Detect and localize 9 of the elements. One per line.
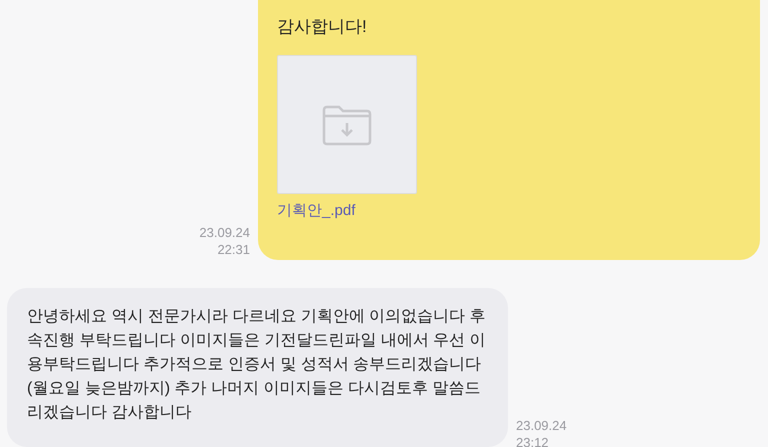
message-date: 23.09.24 bbox=[199, 224, 250, 241]
message-text: 안녕하세요 역시 전문가시라 다르네요 기획안에 이의없습니다 후속진행 부탁드립니다 이미지들은 기전달드린파일 내에서 우선 이용부탁드립니다 추가적으로 인증서 및 성적서 송부드리겠습니다 (월요일 늦은밤까지) 추가 나머지 이미지들은 다시검토후 말씀드리겠습니다 감사합니다 bbox=[27, 307, 487, 423]
file-name-link[interactable]: 기획안_.pdf bbox=[277, 200, 356, 222]
message-time: 23:12 bbox=[516, 434, 549, 447]
file-thumbnail[interactable] bbox=[277, 55, 417, 194]
message-date: 23.09.24 bbox=[516, 417, 567, 434]
folder-download-icon bbox=[321, 104, 373, 146]
message-text: 감사합니다! bbox=[277, 16, 368, 38]
message-time: 22:31 bbox=[217, 241, 250, 258]
